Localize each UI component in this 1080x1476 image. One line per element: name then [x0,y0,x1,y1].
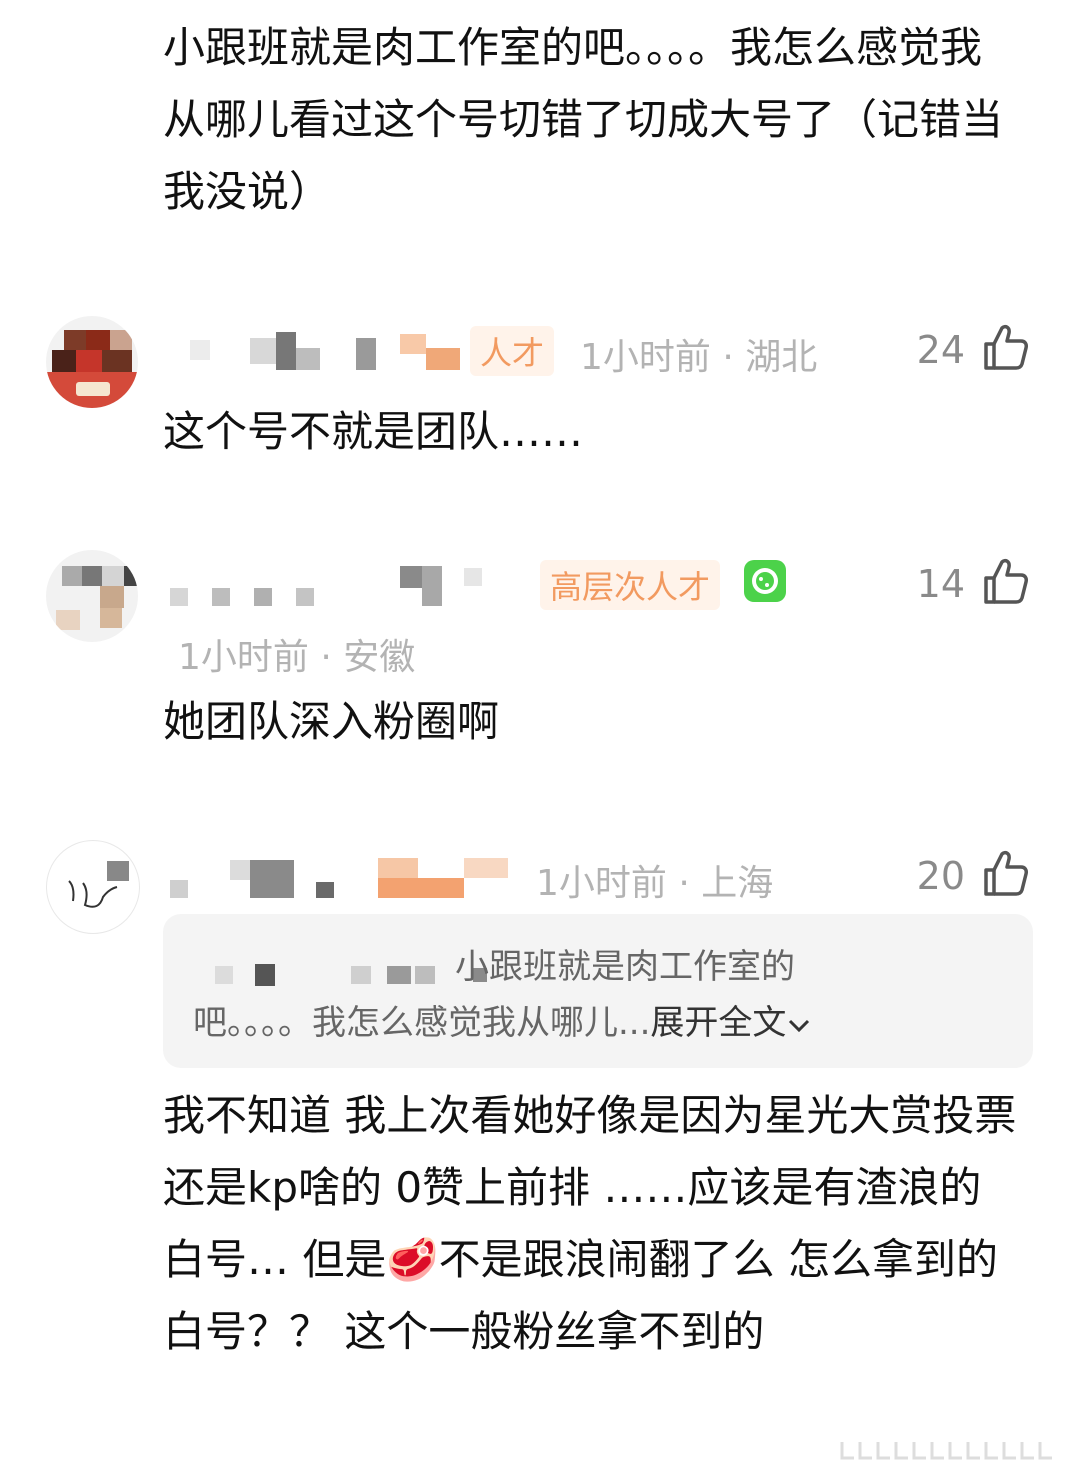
top-comment-text: 小跟班就是肉工作室的吧。。。。我怎么感觉我从哪儿看过这个号切错了切成大号了（记错… [163,23,1004,216]
username-comment-1[interactable] [190,332,470,372]
separator: · [678,863,690,904]
username-comment-3[interactable] [170,858,510,898]
avatar-comment-2[interactable] [46,550,138,642]
username-comment-2[interactable] [170,566,490,606]
badge-comment-2[interactable]: 高层次人才 [540,560,721,610]
like-count-comment-2: 14 [916,562,965,606]
meta-comment-2: 1小时前 · 安徽 [178,628,415,680]
meta-comment-1: 1小时前 · 湖北 [580,328,817,380]
quoted-text-line1: 小跟班就是肉工作室的 [455,947,795,987]
thumbs-up-icon[interactable] [980,556,1030,606]
like-count-comment-1: 24 [916,328,965,372]
expand-full-text-link[interactable]: 展开全文 [650,1003,786,1043]
quoted-text-line2: 吧。。。。我怎么感觉我从哪儿...展开全文 [193,996,812,1050]
separator: · [722,337,734,378]
chevron-down-icon[interactable] [786,1015,812,1035]
badge-comment-1[interactable]: 人才 [470,326,555,376]
avatar-comment-3[interactable] [46,840,140,934]
separator: · [320,637,332,678]
quoted-username [215,964,487,986]
like-count-comment-3: 20 [916,854,965,898]
meta-comment-3: 1小时前 · 上海 [536,854,773,906]
bottom-indicator [840,1440,1070,1464]
member-icon[interactable] [744,560,786,602]
thumbs-up-icon[interactable] [980,322,1030,372]
thumbs-up-icon[interactable] [980,848,1030,898]
time: 1小时前 [536,863,667,904]
quoted-text-line2-content: 吧。。。。我怎么感觉我从哪儿... [193,1003,651,1043]
comment-1-text: 这个号不就是团队…… [163,407,584,456]
location: 安徽 [343,637,416,678]
quoted-comment[interactable]: 小跟班就是肉工作室的 吧。。。。我怎么感觉我从哪儿...展开全文 [163,914,1033,1068]
time: 1小时前 [580,337,711,378]
time: 1小时前 [178,637,309,678]
location: 上海 [701,863,774,904]
avatar-comment-1[interactable] [46,316,138,408]
comment-2-text: 她团队深入粉圈啊 [163,697,500,746]
comment-3-text: 我不知道 我上次看她好像是因为星光大赏投票还是kp啥的 0赞上前排 ……应该是有… [163,1091,1017,1356]
location: 湖北 [745,337,818,378]
